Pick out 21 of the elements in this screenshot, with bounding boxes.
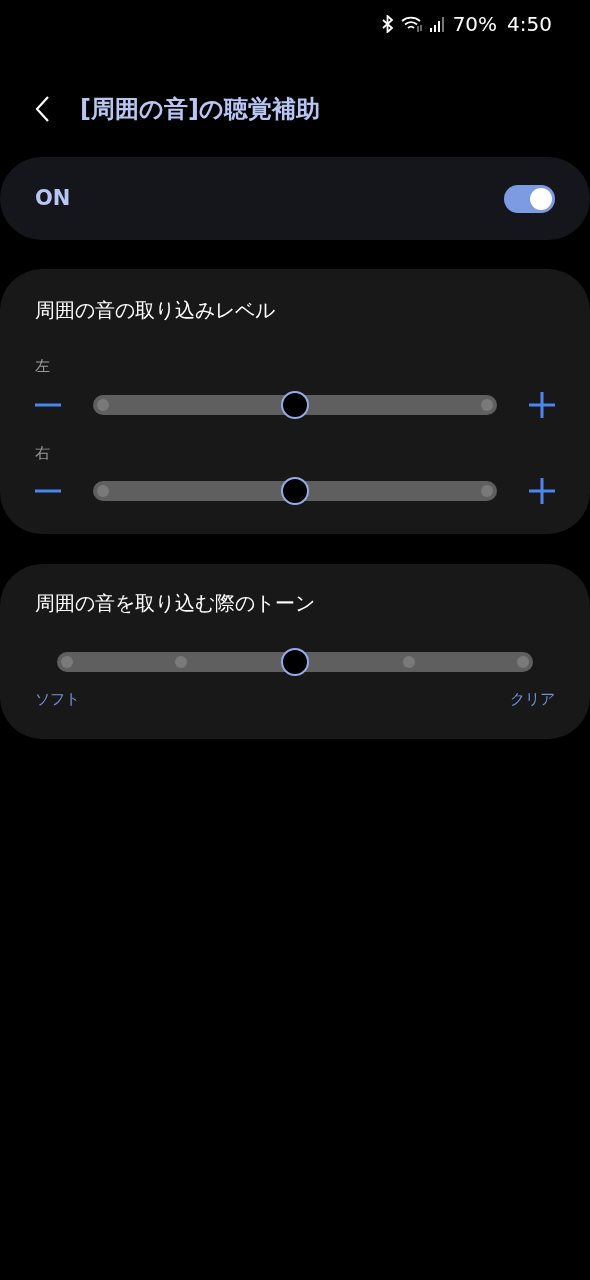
card-title: 周囲の音の取り込みレベル — [35, 297, 276, 324]
channel-label: 右 — [35, 442, 51, 464]
page-title: [周囲の音]の聴覚補助 — [80, 94, 320, 125]
min-label: ソフト — [35, 689, 80, 710]
max-label: クリア — [510, 689, 555, 710]
clock: 4:50 — [507, 10, 552, 38]
minus-icon[interactable] — [35, 402, 61, 407]
bluetooth-icon — [380, 14, 395, 33]
slider-thumb[interactable] — [281, 477, 309, 505]
wifi-icon — [400, 14, 423, 33]
switch-label: ON — [35, 184, 71, 212]
card-title: 周囲の音を取り込む際のトーン — [35, 590, 316, 617]
battery-level: 70% — [452, 10, 498, 38]
plus-icon[interactable] — [529, 391, 555, 418]
channel-label: 左 — [35, 356, 51, 377]
signal-icon — [428, 14, 445, 33]
toggle-switch[interactable] — [504, 184, 555, 213]
slider-thumb[interactable] — [281, 648, 309, 676]
slider-thumb[interactable] — [281, 390, 309, 419]
back-icon[interactable] — [34, 95, 50, 123]
plus-icon[interactable] — [529, 478, 555, 504]
